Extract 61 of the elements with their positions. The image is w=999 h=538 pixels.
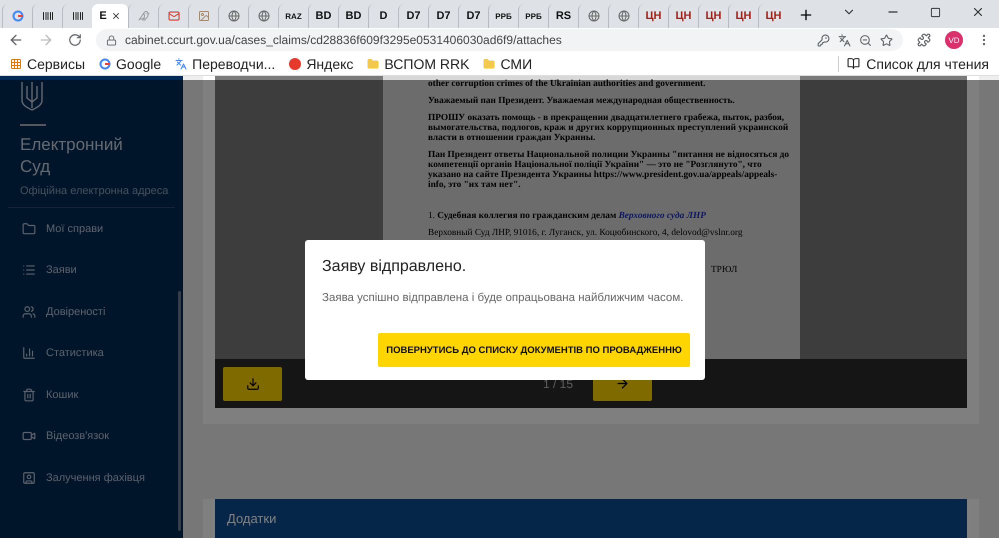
attachments-header: Додатки (215, 499, 967, 538)
app-subtitle: Офіційна електронна адреса (20, 184, 170, 199)
document-paragraph: ПРОШУ оказать помощь - в прекращении двадцатилетнего грабежа, пыток, разбоя, вымогательства, подлогов, краж и других коррупционных преступлений украинской власти в отношении граждан Украины. (428, 113, 790, 143)
key-icon[interactable] (817, 34, 830, 47)
folder-icon (367, 58, 380, 70)
list-icon (22, 263, 36, 278)
back-icon[interactable] (8, 32, 24, 48)
extensions-icon[interactable] (917, 33, 931, 48)
bookmark[interactable]: Сервисы (10, 56, 86, 72)
reading-list-button[interactable]: Список для чтения (838, 56, 989, 72)
bookmark[interactable]: ВСПОМ RRK (367, 56, 470, 72)
return-button[interactable]: ПОВЕРНУТИСЬ ДО СПИСКУ ДОКУМЕНТІВ ПО ПРОВАДЖЕННЮ (378, 333, 690, 367)
profile-avatar[interactable]: VD (945, 31, 963, 50)
bookmark[interactable]: Переводчи... (175, 56, 276, 72)
reload-icon[interactable] (68, 33, 82, 48)
google-logo-icon (12, 10, 24, 22)
app-title: Електронний Суд (20, 134, 124, 178)
download-icon (246, 376, 260, 390)
globe-icon (618, 10, 630, 22)
close-icon[interactable] (971, 5, 985, 19)
star-icon[interactable] (880, 34, 893, 47)
chart-icon (22, 346, 36, 360)
document-paragraph: Верховный Суд ЛНР, 91016, г. Луганск, ул. Коцюбинского, 4, delovod@vslnr.org (428, 228, 744, 238)
translate-icon[interactable] (838, 34, 851, 47)
bird-icon (138, 10, 150, 22)
globe-icon (228, 10, 240, 22)
url-text: cabinet.ccurt.gov.ua/cases_claims/cd28836f609f3295e0531406030ad6f9/attaches (125, 33, 563, 48)
zoom-icon[interactable] (859, 34, 872, 47)
close-icon[interactable] (110, 11, 121, 21)
folder-icon (483, 58, 496, 70)
bookmark[interactable]: Яндекс (289, 56, 354, 72)
document-paragraph: other corruption crimes of the Ukrainian authorities and government. (428, 79, 706, 89)
google-logo-icon (99, 58, 112, 70)
mail-icon (168, 10, 180, 22)
download-button[interactable] (223, 366, 282, 400)
address-bar[interactable]: cabinet.ccurt.gov.ua/cases_claims/cd28836f609f3295e0531406030ad6f9/attaches (96, 29, 903, 52)
document-paragraph: 1. Судебная коллегия по гражданским делам Верховного суда ЛНР (428, 211, 707, 221)
trash-icon (22, 388, 36, 402)
people-icon (22, 304, 36, 319)
book-icon (847, 57, 860, 70)
barcode-icon (42, 10, 54, 22)
folder-icon (22, 222, 36, 236)
image-icon (198, 10, 210, 22)
new-tab-icon[interactable] (798, 7, 814, 23)
bookmark[interactable]: Google (99, 56, 162, 72)
lock-icon (106, 34, 117, 46)
globe-icon (258, 10, 270, 22)
maximize-icon[interactable] (930, 6, 941, 18)
translate-icon (175, 58, 188, 70)
person-card-icon (22, 470, 36, 485)
dialog-title: Заяву відправлено. (322, 258, 468, 276)
bookmark[interactable]: СМИ (483, 56, 532, 72)
document-paragraph: Уважаемый пан Президент. Уважаемая международная общественность. (428, 96, 736, 106)
page-counter: 1 / 15 (542, 376, 573, 390)
barcode-icon (72, 10, 84, 22)
yandex-logo-icon (289, 58, 302, 70)
document-paragraph: Пан Президент ответы Национальной полиции Украины "питання не відносяться до компетенції органів Національної поліції України" — это не "Розглянуто", что указано на сайте Президента Украины https://www.president.gov.ua/appeals/appeals-info, это "их там нет". (428, 150, 790, 190)
apps-icon (10, 58, 22, 70)
browser-tab[interactable]: Е (92, 4, 128, 28)
globe-icon (588, 10, 600, 22)
dialog-message: Заява успішно відправлена і буде опрацьована найближчим часом. (322, 292, 684, 304)
